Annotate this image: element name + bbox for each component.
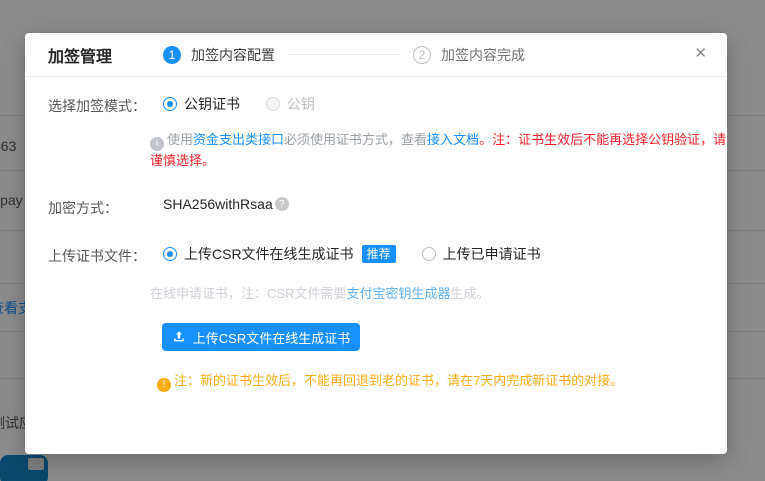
help-icon[interactable]: ? xyxy=(275,197,289,211)
note-text-1: 使用 xyxy=(167,132,193,147)
cert-switch-warning: !注：新的证书生效后，不能再回退到老的证书，请在7天内完成新证书的对接。 xyxy=(157,370,623,392)
step-2-circle: 2 xyxy=(413,46,431,64)
upload-cert-options: 上传CSR文件在线生成证书 推荐 上传已申请证书 xyxy=(163,244,541,264)
upload-icon xyxy=(172,330,186,344)
upload-csr-button-label: 上传CSR文件在线生成证书 xyxy=(193,328,350,347)
note-text-2: 必须使用证书方式，查看 xyxy=(284,132,427,147)
warning-icon: ! xyxy=(157,378,171,392)
hint-text-2: 生成。 xyxy=(450,286,489,301)
radio-upload-existing-label[interactable]: 上传已申请证书 xyxy=(443,244,541,264)
close-icon[interactable]: ✕ xyxy=(694,46,707,61)
step-connector-line xyxy=(289,54,399,55)
upload-cert-label: 上传证书文件： xyxy=(48,246,146,266)
docs-link[interactable]: 接入文档 xyxy=(427,132,479,147)
signature-management-dialog: 加签管理 1 加签内容配置 2 加签内容完成 ✕ 选择加签模式： 公钥证书 公钥… xyxy=(25,33,727,454)
csr-hint: 在线申请证书，注：CSR文件需要支付宝密钥生成器生成。 xyxy=(150,283,489,302)
cert-switch-warning-text: 注：新的证书生效后，不能再回退到老的证书，请在7天内完成新证书的对接。 xyxy=(174,373,623,388)
radio-upload-csr-label[interactable]: 上传CSR文件在线生成证书 xyxy=(184,244,354,264)
cert-mode-note: i使用资金支出类接口必须使用证书方式，查看接入文档。注：证书生效后不能再选择公钥… xyxy=(150,130,728,171)
radio-upload-existing[interactable] xyxy=(422,247,436,261)
dialog-title: 加签管理 xyxy=(48,43,112,67)
upload-csr-button[interactable]: 上传CSR文件在线生成证书 xyxy=(162,323,360,351)
recommended-badge: 推荐 xyxy=(362,245,396,263)
step-2-label: 加签内容完成 xyxy=(441,45,525,65)
radio-public-key-cert[interactable] xyxy=(163,97,177,111)
sign-mode-options: 公钥证书 公钥 xyxy=(163,94,315,114)
info-icon: i xyxy=(150,137,164,151)
dialog-header: 加签管理 1 加签内容配置 2 加签内容完成 ✕ xyxy=(25,33,727,77)
step-1-circle: 1 xyxy=(163,46,181,64)
encrypt-method-label: 加密方式： xyxy=(48,198,118,218)
key-generator-link[interactable]: 支付宝密钥生成器 xyxy=(346,286,450,301)
sign-mode-label: 选择加签模式： xyxy=(48,96,146,116)
radio-public-key[interactable] xyxy=(266,97,280,111)
page: 563 ipay 查看支 测试应 加签管理 1 加签内容配置 2 加签内容完成 … xyxy=(0,0,765,481)
funds-api-link[interactable]: 资金支出类接口 xyxy=(193,132,284,147)
radio-upload-csr[interactable] xyxy=(163,247,177,261)
radio-public-key-cert-label[interactable]: 公钥证书 xyxy=(184,94,240,114)
encrypt-method-value: SHA256withRsaa xyxy=(163,196,273,212)
encrypt-method-row: SHA256withRsaa ? xyxy=(163,196,289,212)
hint-text-1: 在线申请证书，注：CSR文件需要 xyxy=(150,286,346,301)
radio-public-key-label[interactable]: 公钥 xyxy=(287,94,315,114)
step-1-label: 加签内容配置 xyxy=(191,45,275,65)
steps-indicator: 1 加签内容配置 2 加签内容完成 xyxy=(163,45,525,65)
